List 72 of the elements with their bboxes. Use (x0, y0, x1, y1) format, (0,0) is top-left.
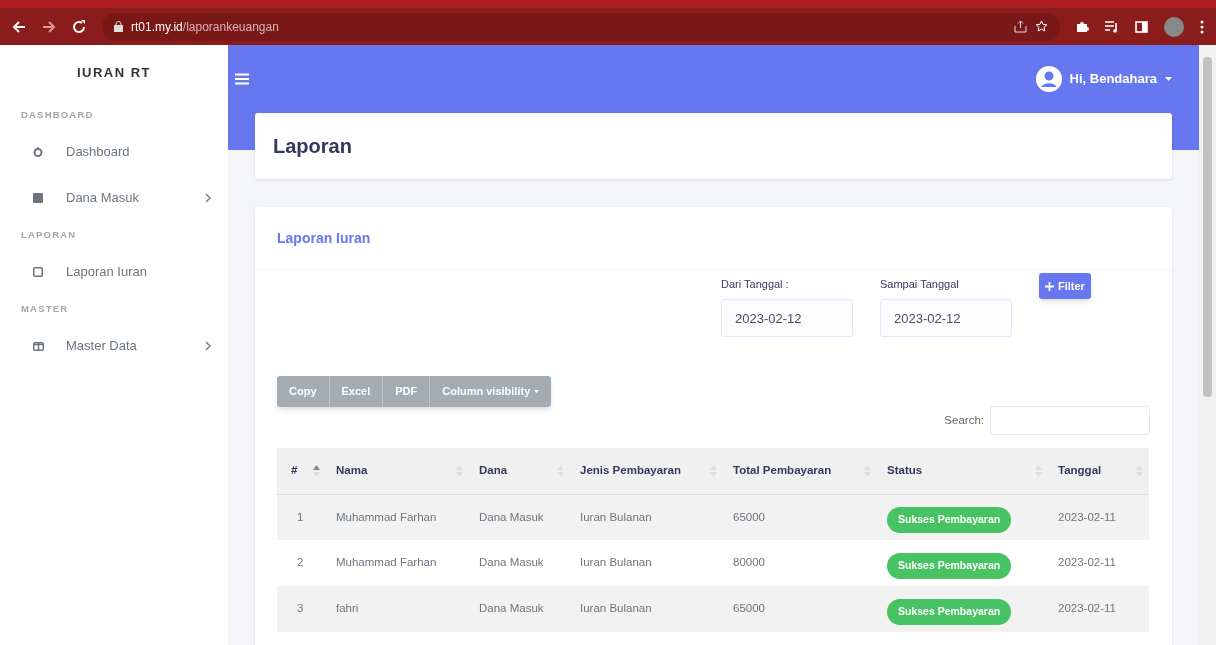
caret-down-icon (1165, 77, 1172, 81)
table-cell: 2023-02-11 (1058, 556, 1116, 569)
filter-label: Dari Tanggal : (721, 276, 789, 292)
sidebar-item[interactable]: Master Data (0, 323, 228, 369)
card-title: Laporan Iuran (277, 228, 371, 248)
table-cell: Iuran Bulanan (580, 602, 652, 615)
sidebar-heading: LAPORAN (21, 227, 77, 242)
table-cell: Dana Masuk (479, 556, 544, 569)
column-header[interactable]: Status (887, 462, 923, 480)
table-cell: 2023-02-11 (1058, 602, 1116, 615)
page-title: Laporan (273, 134, 352, 159)
table-cell: Dana Masuk (479, 510, 544, 523)
menu-icon[interactable] (235, 73, 249, 85)
scrollbar[interactable] (1199, 45, 1216, 645)
profile-avatar[interactable] (1164, 16, 1184, 37)
table-cell: 80000 (733, 556, 765, 569)
sidebar-heading: MASTER (21, 301, 69, 316)
search-field[interactable] (990, 406, 1150, 435)
side-panel-icon[interactable] (1135, 20, 1148, 33)
table-cell: Iuran Bulanan (580, 510, 652, 523)
url-text: rt01.my.id/laporankeuangan (131, 18, 279, 36)
menu-icon[interactable] (1200, 19, 1204, 34)
table-cell: Iuran Bulanan (580, 556, 652, 569)
status-badge: Sukses Pembayaran (887, 553, 1012, 579)
user-avatar-icon (1035, 66, 1062, 92)
sidebar-item[interactable]: Dashboard (0, 129, 228, 175)
table-cell: 2 (297, 556, 304, 569)
table-cell: 3 (297, 602, 304, 615)
puzzle-icon[interactable] (1076, 20, 1089, 33)
column-header[interactable]: Tanggal (1058, 462, 1102, 480)
square-icon (33, 193, 43, 203)
date-field[interactable]: 2023-02-12 (880, 299, 1012, 337)
sidebar-item[interactable]: Laporan Iuran (0, 249, 228, 295)
table-cell: 65000 (733, 510, 765, 523)
table-cell: Muhammad Farhan (336, 510, 437, 523)
table-cell: fahri (336, 602, 359, 615)
square-outline-icon (33, 267, 43, 277)
column-header[interactable]: Dana (479, 462, 508, 480)
chevron-right-icon (205, 193, 211, 203)
search-label: Search: (944, 412, 984, 428)
column-header[interactable]: Jenis Pembayaran (580, 462, 681, 480)
star-icon[interactable] (1035, 20, 1048, 33)
gauge-icon (33, 147, 43, 157)
forward-icon[interactable] (42, 19, 56, 34)
table-cell: 1 (297, 510, 304, 523)
share-icon[interactable] (1014, 20, 1027, 33)
table-cell: 65000 (733, 602, 765, 615)
reload-icon[interactable] (72, 19, 86, 34)
status-badge: Sukses Pembayaran (887, 507, 1012, 534)
table-cell: Dana Masuk (479, 602, 544, 615)
status-badge: Sukses Pembayaran (887, 599, 1012, 625)
date-field[interactable]: 2023-02-12 (721, 299, 853, 337)
caret-down-icon (534, 390, 540, 393)
table-cell: 2023-02-11 (1058, 510, 1116, 523)
address-bar[interactable]: rt01.my.id/laporankeuangan (102, 12, 1060, 41)
playlist-icon[interactable] (1105, 20, 1119, 33)
filter-label: Sampai Tanggal (880, 276, 959, 292)
columns-icon (33, 341, 44, 351)
filter-button[interactable]: Filter (1039, 273, 1091, 299)
back-icon[interactable] (12, 19, 26, 34)
column-header[interactable]: # (291, 462, 298, 480)
sidebar-item[interactable]: Dana Masuk (0, 175, 228, 221)
column-header[interactable]: Total Pembayaran (733, 462, 832, 480)
sort-icon[interactable] (313, 463, 320, 478)
column-header[interactable]: Nama (336, 462, 368, 480)
lock-icon (114, 21, 123, 32)
chevron-right-icon (205, 341, 211, 351)
table-cell: Muhammad Farhan (336, 556, 437, 569)
brand-title: IURAN RT (76, 64, 152, 83)
user-menu[interactable]: Hi, Bendahara (1035, 66, 1172, 92)
plus-icon (1045, 281, 1054, 291)
sidebar-heading: DASHBOARD (21, 107, 94, 122)
